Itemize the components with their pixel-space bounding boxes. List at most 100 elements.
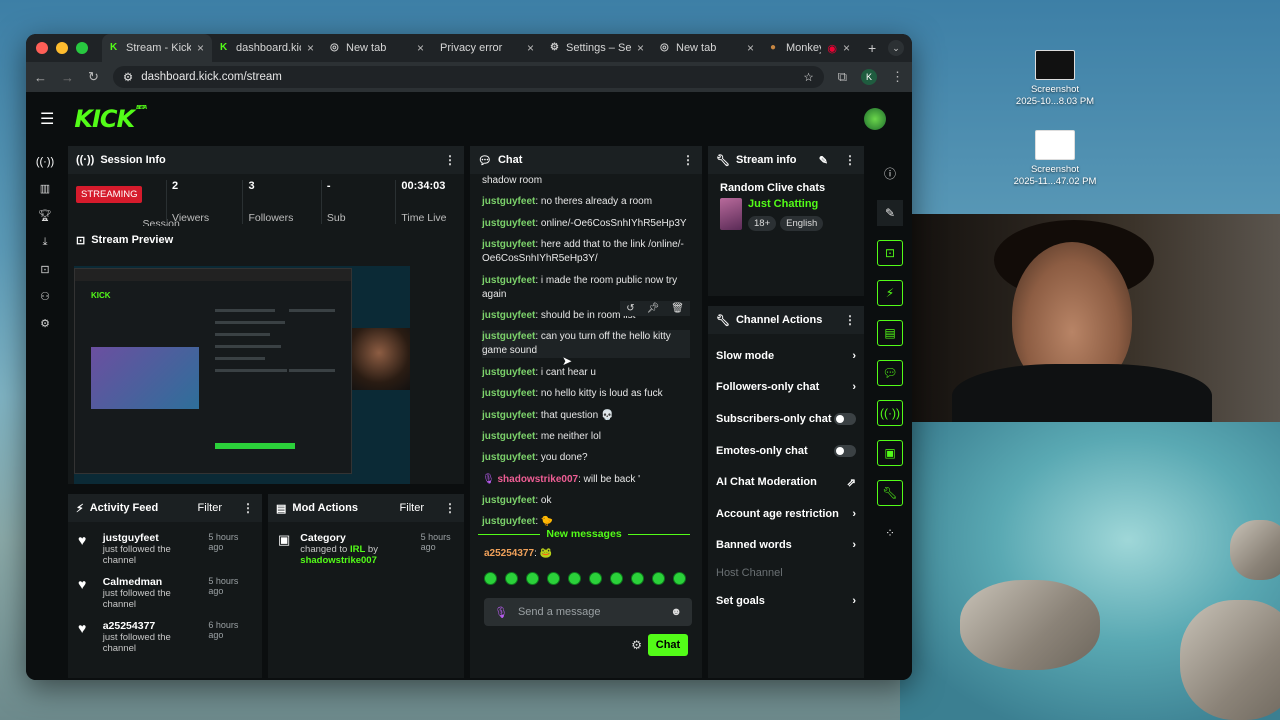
chat-message[interactable]: justguyfeet: here add that to the link /…: [482, 238, 690, 266]
subscribers-only-chat-item[interactable]: Subscribers-only chat: [708, 403, 864, 435]
back-arrow-icon[interactable]: ←: [34, 70, 47, 85]
close-window-button[interactable]: [36, 42, 48, 54]
profile-avatar[interactable]: K: [861, 69, 877, 85]
url-field[interactable]: ⚙ dashboard.kick.com/stream ☆: [112, 66, 824, 88]
account-age-restriction-item[interactable]: Account age restriction ›: [708, 498, 864, 530]
activity-item[interactable]: ♥ a25254377 just followed the channel 6 h…: [68, 620, 262, 654]
new-messages-divider[interactable]: New messages: [478, 528, 691, 540]
category-thumbnail[interactable]: [720, 198, 742, 230]
desktop-file-screenshot-2[interactable]: Screenshot 2025-11...47.02 PM: [1010, 130, 1100, 188]
panel-menu-kebab-icon[interactable]: ⋮: [444, 153, 456, 167]
ai-chat-moderation-item[interactable]: AI Chat Moderation ⇗: [708, 466, 864, 498]
tab-monkey[interactable]: ● Monkey: ◉ ×: [762, 34, 858, 62]
activity-feed-toggle-icon[interactable]: ⚡︎: [877, 280, 903, 306]
edit-pencil-icon[interactable]: ✎: [877, 200, 903, 226]
emote-icon[interactable]: [484, 572, 497, 585]
chat-username[interactable]: justguyfeet: [482, 388, 535, 399]
maximize-window-button[interactable]: [76, 42, 88, 54]
chat-username[interactable]: justguyfeet: [482, 239, 535, 250]
chat-username[interactable]: a25254377: [484, 548, 534, 559]
emote-icon[interactable]: [589, 572, 602, 585]
chat-username[interactable]: justguyfeet: [482, 495, 535, 506]
users-icon[interactable]: ⚇: [40, 290, 50, 303]
panel-menu-kebab-icon[interactable]: ⋮: [242, 501, 254, 515]
emote-icon[interactable]: [547, 572, 560, 585]
subscribers-only-toggle[interactable]: [834, 412, 856, 425]
tab-new-tab[interactable]: ◎ New tab ×: [322, 34, 432, 62]
user-avatar[interactable]: [864, 108, 886, 130]
panel-menu-kebab-icon[interactable]: ⋮: [444, 501, 456, 515]
info-icon[interactable]: ⓘ: [877, 160, 903, 186]
emotes-only-chat-item[interactable]: Emotes-only chat: [708, 435, 864, 467]
browser-menu-kebab-icon[interactable]: ⋮: [891, 69, 904, 85]
mod-action-user[interactable]: shadowstrike007: [300, 555, 377, 566]
emote-icon[interactable]: [526, 572, 539, 585]
panel-menu-kebab-icon[interactable]: ⋮: [844, 313, 856, 327]
chat-message[interactable]: justguyfeet: ok: [482, 494, 690, 508]
emote-icon[interactable]: [631, 572, 644, 585]
chat-username[interactable]: justguyfeet: [482, 516, 535, 527]
new-tab-plus-icon[interactable]: +: [868, 40, 876, 56]
emote-icon[interactable]: [652, 572, 665, 585]
chat-message-hovered[interactable]: justguyfeet: can you turn off the hello …: [482, 330, 690, 359]
pin-icon[interactable]: 📌︎: [647, 303, 660, 314]
chat-username[interactable]: justguyfeet: [482, 431, 535, 442]
chat-message[interactable]: justguyfeet: that question 💀: [482, 409, 690, 423]
settings-gear-icon[interactable]: ⚙: [40, 317, 50, 330]
activity-user[interactable]: justguyfeet: [103, 532, 199, 544]
send-chat-button[interactable]: Chat: [648, 634, 688, 656]
chat-toggle-icon[interactable]: 💬︎: [877, 360, 903, 386]
tab-stream-kick[interactable]: K Stream - Kick ×: [102, 34, 212, 62]
forward-arrow-icon[interactable]: →: [61, 70, 74, 85]
delete-icon[interactable]: 🗑︎: [671, 303, 684, 314]
chat-username[interactable]: justguyfeet: [482, 275, 535, 286]
activity-item[interactable]: ♥ justguyfeet just followed the channel 5…: [68, 532, 262, 566]
set-goals-item[interactable]: Set goals ›: [708, 585, 864, 617]
emote-icon[interactable]: [568, 572, 581, 585]
hamburger-menu-icon[interactable]: ☰: [40, 109, 54, 129]
chat-username[interactable]: justguyfeet: [482, 331, 535, 342]
chat-username[interactable]: shadowstrike007: [497, 474, 578, 485]
session-info-toggle-icon[interactable]: ((·)): [877, 400, 903, 426]
close-tab-icon[interactable]: ×: [197, 41, 204, 55]
chat-username[interactable]: justguyfeet: [482, 452, 535, 463]
stream-preview-toggle-icon[interactable]: ⊡: [877, 240, 903, 266]
mic-icon[interactable]: 🎙︎: [494, 606, 508, 619]
activity-user[interactable]: Calmedman: [103, 576, 199, 588]
upload-icon[interactable]: ⤓: [43, 236, 48, 249]
close-tab-icon[interactable]: ×: [637, 41, 644, 55]
desktop-file-screenshot-1[interactable]: Screenshot 2025-10...8.03 PM: [1010, 50, 1100, 108]
tab-new-tab-2[interactable]: ◎ New tab ×: [652, 34, 762, 62]
trophy-icon[interactable]: 🏆︎: [38, 209, 52, 222]
screen-capture-icon[interactable]: ⊡: [40, 263, 49, 276]
chat-message[interactable]: 🎙︎ shadowstrike007: will be back ': [482, 473, 690, 487]
minimize-window-button[interactable]: [56, 42, 68, 54]
stream-preview-video[interactable]: KICK: [74, 266, 410, 484]
chat-input[interactable]: 🎙︎ Send a message ☻: [484, 598, 692, 626]
chat-message[interactable]: justguyfeet: no theres already a room: [482, 195, 690, 209]
layout-dots-icon[interactable]: ⁘: [877, 520, 903, 546]
tab-dashboard-kick[interactable]: K dashboard.kick ×: [212, 34, 322, 62]
filter-button[interactable]: Filter: [400, 502, 424, 514]
chat-username[interactable]: justguyfeet: [482, 310, 535, 321]
emote-icon[interactable]: [610, 572, 623, 585]
close-tab-icon[interactable]: ×: [417, 41, 424, 55]
chat-message[interactable]: justguyfeet: no hello kitty is loud as f…: [482, 387, 690, 401]
category-name[interactable]: Just Chatting: [748, 198, 823, 210]
close-tab-icon[interactable]: ×: [747, 41, 754, 55]
chat-settings-gear-icon[interactable]: ⚙: [631, 638, 642, 652]
emoji-picker-icon[interactable]: ☻: [670, 606, 682, 618]
stream-info-toggle-icon[interactable]: ▣: [877, 440, 903, 466]
activity-item[interactable]: ♥ Calmedman just followed the channel 5 h…: [68, 576, 262, 610]
kick-logo[interactable]: KICK BETA: [74, 105, 147, 133]
panel-menu-kebab-icon[interactable]: ⋮: [844, 153, 856, 167]
close-tab-icon[interactable]: ×: [527, 41, 534, 55]
mod-actions-toggle-icon[interactable]: ▤: [877, 320, 903, 346]
chat-username[interactable]: justguyfeet: [482, 367, 535, 378]
chat-message[interactable]: justguyfeet: i made the room public now …: [482, 274, 690, 302]
activity-user[interactable]: a25254377: [103, 620, 199, 632]
reply-icon[interactable]: ↺: [626, 303, 634, 314]
chat-message[interactable]: justguyfeet: i cant hear u: [482, 366, 690, 380]
chat-message[interactable]: justguyfeet: you done?: [482, 451, 690, 465]
followers-only-chat-item[interactable]: Followers-only chat ›: [708, 372, 864, 404]
